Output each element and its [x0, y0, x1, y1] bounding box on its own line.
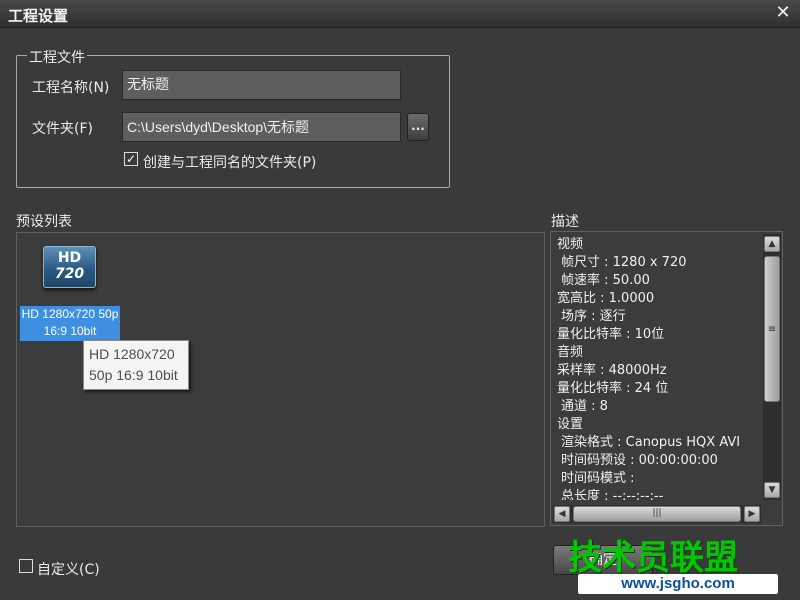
description-line: 音频 [557, 345, 584, 360]
custom-label: 自定义(C) [37, 562, 100, 578]
preset-label-line1: HD 1280x720 50p [21, 307, 119, 321]
description-heading: 描述 [551, 214, 579, 230]
watermark-url: www.jsgho.com [578, 574, 778, 594]
description-line: 帧尺寸 : 1280 x 720 [561, 255, 687, 270]
description-line: 时间码预设 : 00:00:00:00 [561, 453, 718, 468]
folder-path-input[interactable]: C:\Users\dyd\Desktop\无标题 [122, 112, 401, 142]
project-file-legend: 工程文件 [27, 47, 87, 67]
description-line: 宽高比 : 1.0000 [557, 291, 655, 306]
description-text: 视频帧尺寸 : 1280 x 720 帧速率 : 50.00 宽高比 : 1.000… [557, 236, 761, 500]
browse-button[interactable]: ... [407, 113, 429, 141]
description-line: 量化比特率 : 24 位 [557, 381, 669, 396]
description-line: 帧速率 : 50.00 [561, 273, 650, 288]
scroll-thumb-horizontal[interactable]: ||| [573, 506, 741, 522]
description-line: 设置 [557, 417, 584, 432]
description-line: 总长度 : --:--:--:-- [561, 489, 664, 500]
watermark: 技术员联盟 www.jsgho.com [568, 530, 790, 596]
description-line: 时间码模式 : [561, 471, 635, 486]
scroll-thumb-vertical[interactable]: ≡ [764, 256, 780, 402]
title-bar: 工程设置 ✕ [0, 0, 800, 28]
preset-tooltip: HD 1280x720 50p 16:9 10bit [83, 340, 189, 390]
preset-item-label[interactable]: HD 1280x720 50p 16:9 10bit [20, 306, 120, 341]
description-line: 渲染格式 : Canopus HQX AVI [561, 435, 741, 450]
preset-list-heading: 预设列表 [16, 214, 72, 230]
scroll-up-icon[interactable]: ▲ [764, 236, 780, 252]
horizontal-scrollbar[interactable]: ◀ ||| ▶ [553, 505, 761, 523]
project-name-label: 工程名称(N) [32, 80, 110, 96]
window-title: 工程设置 [8, 7, 69, 25]
description-line: 量化比特率 : 10位 [557, 327, 665, 342]
description-line: 视频 [557, 237, 584, 252]
vertical-scrollbar[interactable]: ▲ ≡ ▼ [763, 234, 781, 500]
description-line: 通道 : 8 [561, 399, 608, 414]
watermark-logo-text: 技术员联盟 [568, 538, 738, 578]
create-folder-checkbox[interactable]: ✓ [124, 152, 138, 166]
folder-label: 文件夹(F) [32, 121, 93, 137]
tooltip-line1: HD 1280x720 [89, 346, 175, 362]
preset-label-line2: 16:9 10bit [43, 324, 97, 338]
scroll-right-icon[interactable]: ▶ [744, 506, 760, 522]
hd-720-preset-icon[interactable]: HD 720 [43, 246, 96, 288]
scroll-down-icon[interactable]: ▼ [764, 482, 780, 498]
preset-icon-res-text: 720 [54, 266, 85, 282]
preset-icon-hd-text: HD [57, 250, 82, 266]
close-icon[interactable]: ✕ [772, 2, 794, 24]
tooltip-line2: 50p 16:9 10bit [89, 367, 178, 383]
description-line: 采样率 : 48000Hz [557, 363, 667, 378]
description-line: 场序 : 逐行 [561, 309, 626, 324]
scroll-left-icon[interactable]: ◀ [554, 506, 570, 522]
custom-checkbox[interactable] [19, 559, 33, 573]
description-panel: 视频帧尺寸 : 1280 x 720 帧速率 : 50.00 宽高比 : 1.000… [550, 231, 783, 526]
project-name-input[interactable]: 无标题 [122, 70, 401, 100]
create-folder-label: 创建与工程同名的文件夹(P) [143, 155, 317, 171]
